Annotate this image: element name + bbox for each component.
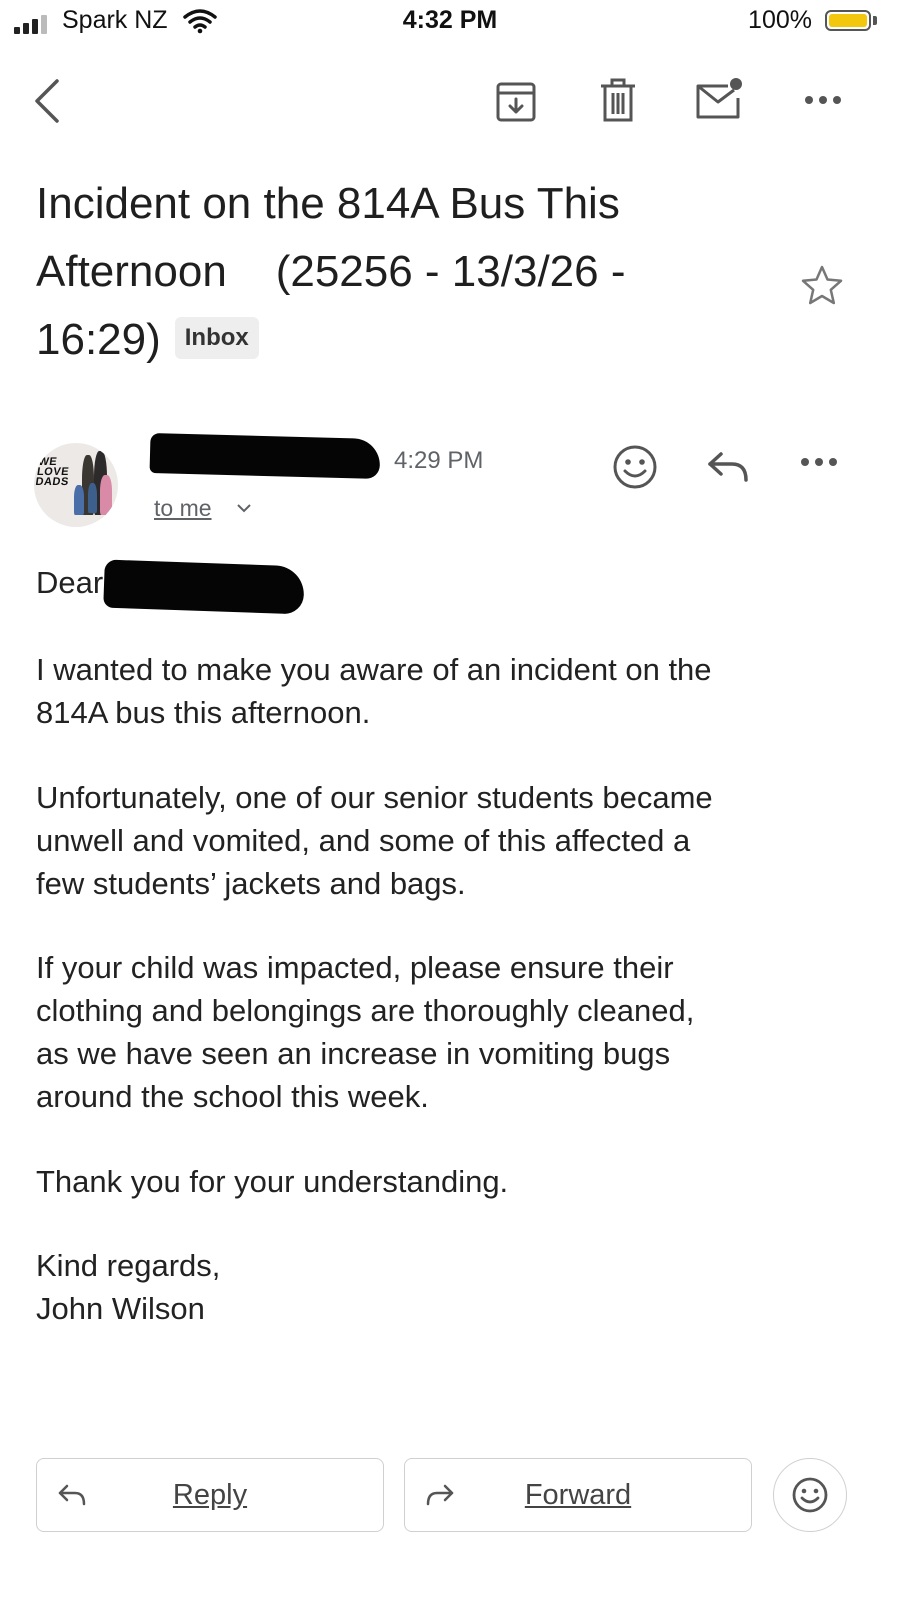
back-arrow-icon[interactable] <box>32 78 62 124</box>
body-paragraph: Unfortunately, one of our senior student… <box>36 776 866 905</box>
body-line: Kind regards, <box>36 1248 221 1283</box>
battery-level-fill <box>829 14 867 27</box>
signature: Kind regards, John Wilson <box>36 1244 866 1330</box>
react-button[interactable] <box>773 1458 847 1532</box>
body-line: Thank you for your understanding. <box>36 1164 509 1199</box>
message-more-icon[interactable] <box>800 456 838 468</box>
body-line: as we have seen an increase in vomiting … <box>36 1036 671 1071</box>
chevron-down-icon[interactable] <box>236 500 252 516</box>
redacted-recipient-name <box>103 559 305 615</box>
battery-percent: 100% <box>748 6 812 34</box>
email-subject: Incident on the 814A Bus This Afternoon … <box>36 170 736 374</box>
subject-line: Incident on the 814A Bus This <box>36 179 620 228</box>
body-line: Unfortunately, one of our senior student… <box>36 780 713 815</box>
body-line: clothing and belongings are thoroughly c… <box>36 993 695 1028</box>
sender-time: 4:29 PM <box>394 447 484 474</box>
avatar-figure <box>100 475 112 515</box>
body-line: John Wilson <box>36 1291 205 1326</box>
forward-label: Forward <box>524 1479 632 1511</box>
delete-icon[interactable] <box>598 78 638 124</box>
body-line: unwell and vomited, and some of this aff… <box>36 823 691 858</box>
avatar-figure <box>88 483 97 513</box>
subject-line-text: 16:29) <box>36 315 161 364</box>
body-paragraph: If your child was impacted, please ensur… <box>36 946 866 1118</box>
avatar-logo-text: WE LOVE DADS <box>34 456 70 488</box>
avatar-figure <box>74 485 84 515</box>
sender-avatar[interactable]: WE LOVE DADS <box>34 443 118 527</box>
forward-button[interactable]: Forward <box>404 1458 752 1532</box>
battery-icon <box>825 10 871 31</box>
body-line: few students’ jackets and bags. <box>36 866 466 901</box>
body-line: around the school this week. <box>36 1079 429 1114</box>
reply-button[interactable]: Reply <box>36 1458 384 1532</box>
redacted-sender-name <box>149 432 381 480</box>
body-paragraph: Thank you for your understanding. <box>36 1160 866 1203</box>
reply-label: Reply <box>172 1479 248 1511</box>
body-line: 814A bus this afternoon. <box>36 695 371 730</box>
more-options-icon[interactable] <box>804 94 842 106</box>
mark-unread-icon[interactable] <box>694 76 746 122</box>
subject-line: 16:29) Inbox <box>36 306 736 374</box>
body-line: If your child was impacted, please ensur… <box>36 950 674 985</box>
body-paragraph: I wanted to make you aware of an inciden… <box>36 648 866 734</box>
star-icon[interactable] <box>800 264 844 306</box>
add-reaction-icon[interactable] <box>612 444 658 490</box>
recipient-details-toggle[interactable]: to me <box>154 495 212 522</box>
inbox-label-chip[interactable]: Inbox <box>174 317 259 360</box>
status-bar: Spark NZ 4:32 PM 100% <box>0 0 900 44</box>
emoji-icon <box>792 1477 828 1513</box>
subject-line: Afternoon (25256 - 13/3/26 - <box>36 247 626 296</box>
battery-nub <box>873 16 877 25</box>
archive-icon[interactable] <box>494 80 538 124</box>
body-line: I wanted to make you aware of an inciden… <box>36 652 712 687</box>
reply-icon[interactable] <box>706 450 750 484</box>
greeting: Dear <box>36 565 104 600</box>
